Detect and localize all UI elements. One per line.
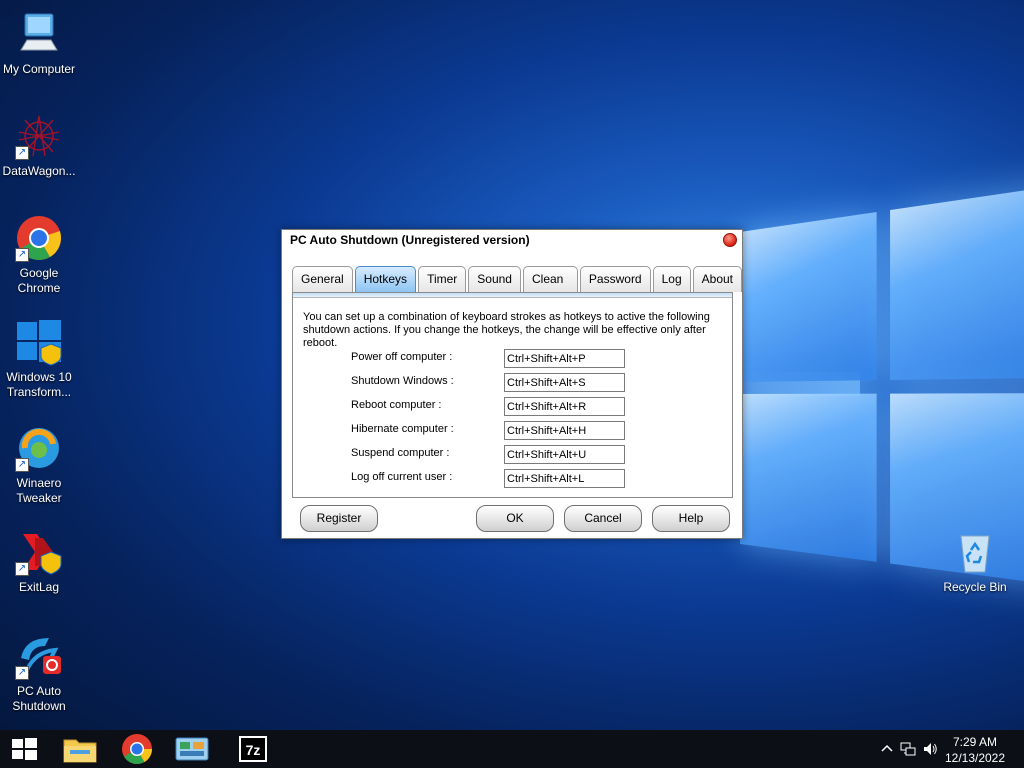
desktop-icon-label: Winaero Tweaker xyxy=(16,476,62,505)
desktop-icon-label: Google Chrome xyxy=(17,266,61,295)
tab-log[interactable]: Log xyxy=(652,266,691,292)
register-button[interactable]: Register xyxy=(300,505,378,532)
dialog-title: PC Auto Shutdown (Unregistered version) xyxy=(290,233,530,247)
datawagon-icon: ↗ xyxy=(15,112,63,160)
pc-auto-shutdown-icon: ↗ xyxy=(15,632,63,680)
pc-auto-shutdown-dialog: PC Auto Shutdown (Unregistered version) … xyxy=(281,229,743,539)
taskbar-file-explorer[interactable] xyxy=(56,730,104,768)
desktop-icon-label: PC Auto Shutdown xyxy=(12,684,66,713)
taskbar-clock[interactable]: 7:29 AM 12/13/2022 xyxy=(940,734,1010,766)
tab-bar: General Hotkeys Timer Sound Clean up Pas… xyxy=(292,266,742,310)
start-button[interactable] xyxy=(0,730,48,768)
hotkeys-description: You can set up a combination of keyboard… xyxy=(303,311,710,349)
hotkey-label: Shutdown Windows : xyxy=(351,375,454,387)
ok-button[interactable]: OK xyxy=(476,505,554,532)
taskbar-chrome[interactable] xyxy=(113,730,161,768)
desktop-icon-label: Recycle Bin xyxy=(943,580,1007,594)
taskbar: 7z 7:29 AM 12/13/2022 xyxy=(0,730,1024,768)
chrome-icon: ↗ xyxy=(15,214,63,262)
taskbar-control-panel[interactable] xyxy=(168,730,216,768)
hotkey-row-reboot: Reboot computer : xyxy=(351,397,626,417)
recycle-bin-icon xyxy=(951,528,999,576)
tab-clean-up[interactable]: Clean up xyxy=(522,266,578,310)
exitlag-icon: ↗ xyxy=(15,528,63,576)
hibernate-hotkey-input[interactable] xyxy=(504,421,625,440)
log-off-hotkey-input[interactable] xyxy=(504,469,625,488)
file-explorer-icon xyxy=(63,739,97,763)
hotkey-row-shutdown: Shutdown Windows : xyxy=(351,373,626,393)
reboot-hotkey-input[interactable] xyxy=(504,397,625,416)
desktop-icon-label: My Computer xyxy=(2,62,76,76)
hotkey-label: Power off computer : xyxy=(351,351,453,363)
clock-time: 7:29 AM xyxy=(952,735,998,749)
hotkey-label: Hibernate computer : xyxy=(351,423,454,435)
desktop-icon-my-computer[interactable]: My Computer xyxy=(0,10,78,77)
power-off-hotkey-input[interactable] xyxy=(504,349,625,368)
chevron-up-icon[interactable] xyxy=(880,740,894,756)
hotkey-label: Suspend computer : xyxy=(351,447,450,459)
hotkey-row-hibernate: Hibernate computer : xyxy=(351,421,626,441)
close-icon[interactable] xyxy=(723,233,737,247)
start-icon xyxy=(12,738,37,760)
tab-general[interactable]: General xyxy=(292,266,353,292)
taskbar-7zip[interactable]: 7z xyxy=(229,730,277,768)
desktop-icon-chrome[interactable]: ↗ Google Chrome xyxy=(0,214,78,296)
windows-transform-icon xyxy=(15,318,63,366)
clock-date: 12/13/2022 xyxy=(944,751,1006,765)
7zip-icon: 7z xyxy=(239,736,267,762)
hotkeys-panel: You can set up a combination of keyboard… xyxy=(292,292,733,498)
volume-icon[interactable] xyxy=(922,741,938,760)
hotkey-row-power-off: Power off computer : xyxy=(351,349,626,369)
desktop-icon-pc-auto-shutdown[interactable]: ↗ PC Auto Shutdown xyxy=(0,632,78,714)
help-button[interactable]: Help xyxy=(652,505,730,532)
hotkey-label: Log off current user : xyxy=(351,471,453,483)
tab-about[interactable]: About xyxy=(692,266,742,292)
tab-sound[interactable]: Sound xyxy=(468,266,521,292)
winaero-icon: ↗ xyxy=(15,424,63,472)
shutdown-hotkey-input[interactable] xyxy=(504,373,625,392)
hotkey-label: Reboot computer : xyxy=(351,399,442,411)
desktop-icon-winaero[interactable]: ↗ Winaero Tweaker xyxy=(0,424,78,506)
desktop-icon-recycle-bin[interactable]: Recycle Bin xyxy=(936,528,1014,595)
hotkey-row-log-off: Log off current user : xyxy=(351,469,626,489)
chrome-icon xyxy=(122,734,152,765)
tab-hotkeys[interactable]: Hotkeys xyxy=(354,266,417,292)
desktop-icon-label: DataWagon... xyxy=(2,164,76,178)
desktop-icon-datawagon[interactable]: ↗ DataWagon... xyxy=(0,112,78,179)
desktop-icon-label: ExitLag xyxy=(18,580,60,594)
desktop-icon-exitlag[interactable]: ↗ ExitLag xyxy=(0,528,78,595)
dialog-titlebar[interactable]: PC Auto Shutdown (Unregistered version) xyxy=(282,230,742,252)
control-panel-icon xyxy=(175,737,209,761)
hotkey-row-suspend: Suspend computer : xyxy=(351,445,626,465)
computer-icon xyxy=(15,10,63,58)
desktop-icon-label: Windows 10 Transform... xyxy=(6,370,72,399)
desktop-icon-windows-transform[interactable]: Windows 10 Transform... xyxy=(0,318,78,400)
tab-password[interactable]: Password xyxy=(579,266,651,292)
tab-timer[interactable]: Timer xyxy=(418,266,467,292)
cancel-button[interactable]: Cancel xyxy=(564,505,642,532)
svg-text:7z: 7z xyxy=(246,742,261,758)
suspend-hotkey-input[interactable] xyxy=(504,445,625,464)
network-icon[interactable] xyxy=(900,741,916,760)
